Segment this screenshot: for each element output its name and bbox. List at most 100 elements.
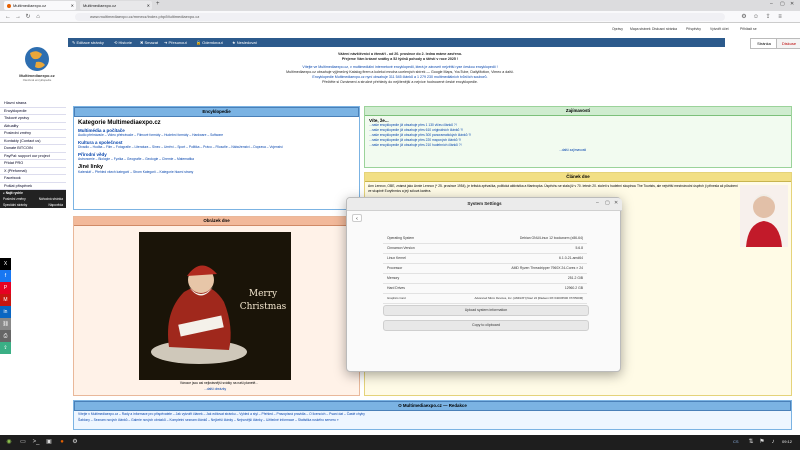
settings-icon[interactable]: ⚙ [70, 438, 80, 447]
tab-discussion[interactable]: Diskuse [776, 38, 800, 49]
back-arrow-icon: ‹ [356, 216, 358, 222]
maximize-icon[interactable]: ▢ [780, 1, 785, 7]
pinterest-share-icon[interactable]: P [0, 282, 11, 294]
box-heading: Článek dne [365, 173, 791, 182]
editorial-box: O Multimediaexpo.cz — Redakce Vítejte v … [73, 400, 792, 430]
linkedin-share-icon[interactable]: in [0, 306, 11, 318]
info-key: Hard Drives [387, 286, 405, 290]
browser-tab-active[interactable]: Multimediaexpo.cz ✕ [4, 1, 76, 10]
home-icon[interactable]: ⌂ [34, 13, 42, 21]
unlock-link[interactable]: 🔓 Odemknout [196, 39, 223, 46]
sidebar-item[interactable]: Přidat PRO [0, 160, 66, 168]
close-icon[interactable]: ✕ [147, 3, 150, 8]
sidebar-item[interactable]: Kontakty (Contact us) [0, 138, 66, 145]
category-links[interactable]: Kalendář – Přehled všech kategorií – Str… [78, 170, 355, 175]
sidebar-item[interactable]: Hlavní strana [0, 100, 66, 108]
info-key: Memory [387, 276, 400, 280]
more-trivia-link[interactable]: ...další zajímavosti [369, 148, 787, 153]
system-settings-window: System Settings – ▢ ✕ ‹ Operating System… [346, 197, 622, 372]
category-links[interactable]: Astronomie – Biologie – Fyzika – Geograf… [78, 157, 355, 162]
intro-block: Vážení návštěvníci a čtenáři - od 20. pr… [170, 52, 630, 85]
upload-system-info-button[interactable]: Upload system information [383, 305, 589, 316]
sidebar-item[interactable]: Poslední změny [0, 130, 66, 138]
gmail-share-icon[interactable]: M [0, 294, 11, 306]
close-window-icon[interactable]: ✕ [790, 1, 794, 7]
editorial-links[interactable]: Vítejte v Multimediaexpo.cz – Rady a inf… [74, 411, 791, 418]
more-images-link[interactable]: ...další obrázky [204, 387, 226, 392]
sidebar-item[interactable]: Aktuality [0, 123, 66, 130]
volume-icon[interactable]: ♪ [768, 438, 778, 447]
dark-link[interactable]: Náhodná stránka [39, 197, 63, 201]
share-icon[interactable]: ⇪ [764, 13, 772, 21]
share-more-icon[interactable]: ⇪ [0, 342, 11, 354]
facebook-share-icon[interactable]: f [0, 270, 11, 282]
sidebar-item[interactable]: Pošlat příspěvek [0, 183, 66, 190]
article-photo[interactable] [740, 185, 788, 247]
site-logo[interactable]: Multimediaexpo.cz Otevřená encyklopedie [8, 44, 66, 92]
top-link[interactable]: Oprávy [612, 27, 623, 31]
sidebar-item[interactable]: X (Přeformat) [0, 168, 66, 175]
move-link[interactable]: ➜ Přesunout [164, 39, 187, 46]
tab-page[interactable]: Stránka [750, 38, 778, 49]
dark-link[interactable]: Speciální stránky [3, 203, 27, 207]
info-value: 5.6.8 [575, 246, 583, 250]
history-link[interactable]: ⟲ Historie [114, 39, 132, 46]
network-icon[interactable]: ⇅ [746, 438, 756, 447]
maximize-icon[interactable]: ▢ [605, 200, 610, 206]
top-link[interactable]: Přihlásit se [740, 27, 757, 31]
minimize-icon[interactable]: – [596, 200, 599, 206]
info-value: Debian GNU/Linux 12 bookworm (x86-64) [519, 236, 583, 240]
christmas-image[interactable]: Merry Christmas [139, 232, 291, 380]
menu-icon[interactable]: ◉ [4, 438, 14, 447]
show-desktop-icon[interactable]: ▭ [18, 438, 28, 447]
category-links[interactable]: Divadlo – Hudba – Film – Fotografie – Li… [78, 145, 355, 150]
window-titlebar[interactable]: System Settings [347, 198, 622, 211]
menu-icon[interactable]: ≡ [776, 13, 784, 21]
taskbar: ◉ ▭ >_ ▣ ● ⚙ CS ⇅ ⚑ ♪ 09:12 [0, 435, 800, 450]
copy-to-clipboard-button[interactable]: Copy to clipboard [383, 320, 589, 331]
dark-link[interactable]: Nápověda [48, 203, 63, 207]
account-icon[interactable]: ☺ [752, 13, 760, 21]
keyboard-layout[interactable]: CS [733, 439, 739, 444]
print-icon[interactable]: ⎙ [0, 330, 11, 342]
box-heading: Zajímavosti [365, 107, 791, 116]
editorial-links[interactable]: Šablony – Seznam nových článků – Galerie… [74, 418, 791, 423]
top-link[interactable]: Příspěvky [686, 27, 701, 31]
delete-link[interactable]: ✖ Smazat [140, 39, 158, 46]
info-value: 6.1.0-21-amd64 [559, 256, 583, 260]
back-icon[interactable]: ← [4, 13, 12, 21]
files-icon[interactable]: ▣ [44, 438, 54, 447]
sidebar-item[interactable]: Donate BITCOIN [0, 145, 66, 153]
top-link[interactable]: Mapa stránek [630, 27, 651, 31]
forward-icon[interactable]: → [14, 13, 22, 21]
tab-title: Multimediaexpo.cz [13, 3, 47, 8]
close-icon[interactable]: ✕ [71, 3, 74, 8]
unwatch-link[interactable]: ★ Nesledovat [232, 39, 257, 46]
clock[interactable]: 09:12 [782, 439, 792, 444]
sidebar-item[interactable]: Encyklopedie [0, 108, 66, 115]
browser-tab[interactable]: Multimediaexpo.cz ✕ [80, 1, 152, 10]
firefox-icon [7, 3, 11, 8]
url-bar[interactable]: www.multimediaexpo.cz/mmecz/index.php/Mu… [75, 13, 725, 21]
reload-icon[interactable]: ↻ [24, 13, 32, 21]
top-link[interactable]: Vytvořit účet [710, 27, 729, 31]
top-link[interactable]: Diskusní stránka [652, 27, 677, 31]
minimize-icon[interactable]: – [770, 1, 773, 7]
sidebar-item[interactable]: Tiskové zprávy [0, 115, 66, 123]
extension-icon[interactable]: ⚙ [740, 13, 748, 21]
back-button[interactable]: ‹ [352, 214, 362, 222]
search-icon: ⌕ [3, 191, 5, 195]
dark-link[interactable]: Poslední změny [3, 197, 26, 201]
category-links[interactable]: Audio přehrávače – Video přehrávače – Fi… [78, 133, 355, 138]
x-share-icon[interactable]: X [0, 258, 11, 270]
terminal-icon[interactable]: >_ [31, 438, 41, 447]
close-icon[interactable]: ✕ [614, 200, 618, 206]
sidebar-item[interactable]: PayPal: support our project [0, 153, 66, 160]
edit-page-link[interactable]: ✎ Editace stránky [72, 39, 104, 46]
firefox-icon[interactable]: ● [57, 438, 67, 447]
sidebar-item[interactable]: Facebook [0, 175, 66, 183]
article-text: Ann Lennox, OBE, známá jako Annie Lennox… [368, 184, 738, 193]
info-value: 251.2 GiB [567, 276, 583, 280]
new-tab-icon[interactable]: + [156, 1, 160, 7]
copy-link-icon[interactable]: ⛓ [0, 318, 11, 330]
